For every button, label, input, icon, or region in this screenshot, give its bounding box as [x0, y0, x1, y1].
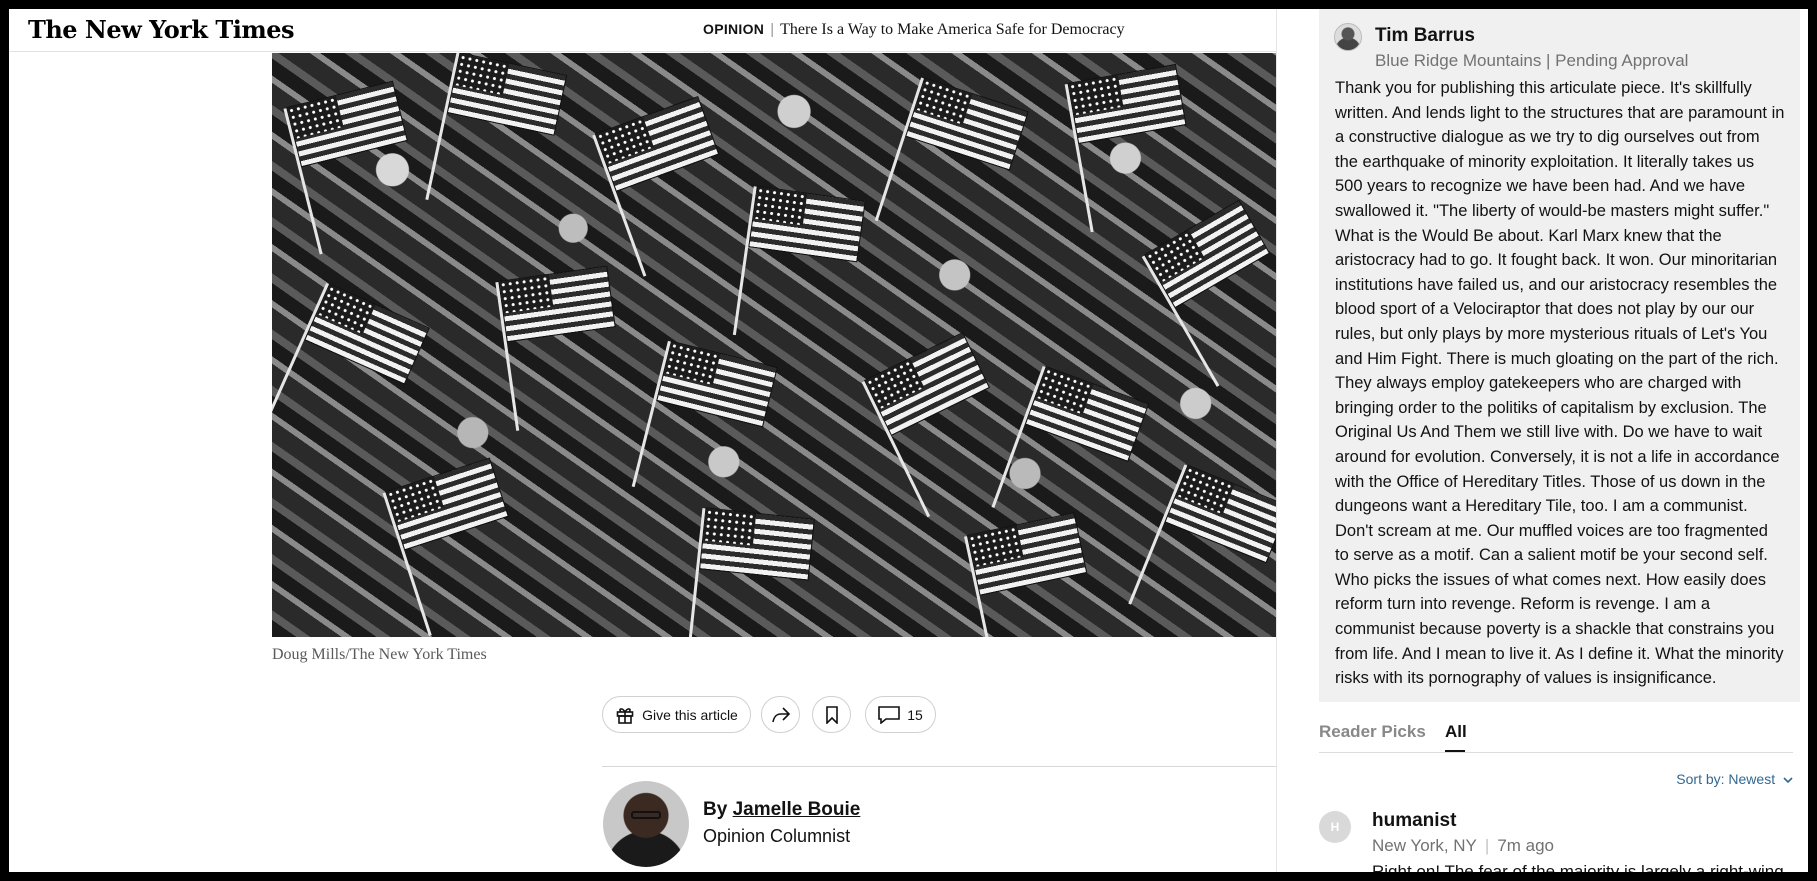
- sticky-headline: OPINION | There Is a Way to Make America S…: [703, 21, 1125, 39]
- active-tab-indicator: [1445, 750, 1465, 752]
- flag-graphic: [1024, 366, 1150, 462]
- sort-dropdown[interactable]: Sort by: Newest: [1676, 771, 1793, 787]
- commenter-location: New York, NY: [1372, 836, 1477, 855]
- comments-button[interactable]: 15: [865, 696, 936, 733]
- flag-graphic: [446, 53, 568, 136]
- flag-graphic: [304, 283, 430, 385]
- flag-graphic: [594, 96, 720, 192]
- sort-label: Sort by: Newest: [1676, 771, 1776, 787]
- comment-meta: New York, NY | 7m ago: [1372, 836, 1554, 856]
- flag-graphic: [286, 80, 408, 168]
- gift-article-button[interactable]: Give this article: [602, 696, 751, 733]
- byline: By Jamelle Bouie: [703, 799, 860, 821]
- flag-graphic: [1164, 464, 1276, 564]
- section-divider: |: [770, 21, 775, 38]
- author-link[interactable]: Jamelle Bouie: [733, 799, 861, 820]
- commenter-meta: Blue Ridge Mountains | Pending Approval: [1375, 51, 1689, 70]
- gift-icon: [616, 707, 634, 724]
- tab-all[interactable]: All: [1445, 722, 1467, 742]
- user-avatar: [1334, 23, 1362, 51]
- section-label[interactable]: OPINION: [703, 21, 764, 37]
- flag-graphic: [1143, 199, 1271, 309]
- gift-article-label: Give this article: [642, 706, 738, 723]
- comment-body: Thank you for publishing this articulate…: [1335, 79, 1785, 688]
- share-button[interactable]: [761, 696, 800, 733]
- commenter-name: Tim Barrus: [1375, 25, 1475, 46]
- share-icon: [771, 706, 790, 722]
- save-button[interactable]: [812, 696, 851, 733]
- comment-bubble-icon: [878, 705, 901, 724]
- flag-graphic: [699, 507, 815, 581]
- tab-reader-picks[interactable]: Reader Picks: [1319, 722, 1426, 742]
- flag-graphic: [385, 457, 509, 551]
- flag-graphic: [656, 340, 778, 428]
- pending-comment: Tim Barrus Blue Ridge Mountains | Pendin…: [1319, 9, 1800, 702]
- article-photo: [272, 53, 1276, 637]
- comment-body: Right on! The fear of the majority is la…: [1372, 862, 1784, 872]
- author-photo-detail: [631, 811, 661, 819]
- browser-viewport: The New York Times OPINION | There Is a Wa…: [9, 9, 1808, 872]
- flag-graphic: [966, 512, 1088, 596]
- nyt-logo[interactable]: The New York Times: [28, 15, 295, 44]
- comment-count: 15: [907, 706, 923, 723]
- comments-panel: Tim Barrus Blue Ridge Mountains | Pendin…: [1276, 9, 1808, 872]
- byline-prefix: By: [703, 799, 733, 820]
- author-avatar: [603, 781, 689, 867]
- flag-graphic: [863, 332, 991, 436]
- chevron-down-icon: [1783, 777, 1793, 783]
- article-headline: There Is a Way to Make America Safe for …: [780, 21, 1125, 38]
- flag-graphic: [498, 265, 616, 343]
- divider: [602, 766, 1276, 767]
- photo-credit: Doug Mills/The New York Times: [272, 646, 487, 663]
- comment-time: 7m ago: [1497, 836, 1555, 855]
- flag-graphic: [1067, 63, 1187, 145]
- author-role: Opinion Columnist: [703, 826, 851, 846]
- commenter-avatar: H: [1319, 811, 1351, 843]
- commenter-name[interactable]: humanist: [1372, 810, 1456, 832]
- flag-graphic: [905, 77, 1029, 171]
- bookmark-icon: [825, 705, 838, 724]
- flag-graphic: [748, 185, 866, 263]
- meta-separator: |: [1484, 836, 1490, 855]
- comment-tabs: Reader Picks All: [1319, 722, 1793, 753]
- masthead: The New York Times OPINION | There Is a Wa…: [9, 9, 1276, 52]
